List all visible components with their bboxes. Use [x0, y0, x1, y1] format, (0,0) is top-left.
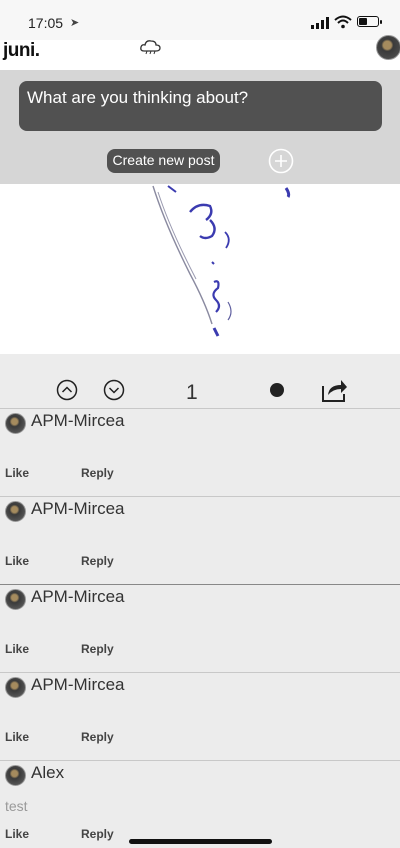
wifi-icon	[334, 15, 352, 29]
app-logo[interactable]: juni.	[3, 40, 40, 62]
chevron-up-circle-icon[interactable]	[56, 379, 78, 401]
create-post-button[interactable]: Create new post	[107, 149, 220, 173]
comment-item: APM-Mircea Like Reply	[0, 408, 400, 496]
post-actions: 1	[0, 354, 400, 408]
avatar[interactable]	[5, 413, 26, 434]
home-indicator[interactable]	[129, 839, 272, 844]
vote-count: 1	[186, 381, 198, 404]
avatar[interactable]	[5, 677, 26, 698]
comment-text: test	[5, 798, 28, 814]
like-button[interactable]: Like	[5, 642, 29, 656]
like-button[interactable]: Like	[5, 827, 29, 841]
dot-icon[interactable]	[270, 383, 284, 397]
avatar[interactable]	[5, 501, 26, 522]
like-button[interactable]: Like	[5, 730, 29, 744]
location-arrow-icon: ➤	[70, 17, 80, 29]
chevron-down-circle-icon[interactable]	[103, 379, 125, 401]
signal-icon	[311, 17, 329, 29]
comment-item: APM-Mircea Like Reply	[0, 672, 400, 760]
reply-button[interactable]: Reply	[81, 827, 114, 841]
comment-author[interactable]: APM-Mircea	[31, 411, 125, 431]
avatar[interactable]	[5, 765, 26, 786]
reply-button[interactable]: Reply	[81, 730, 114, 744]
reply-button[interactable]: Reply	[81, 642, 114, 656]
battery-icon	[357, 16, 382, 27]
like-button[interactable]: Like	[5, 466, 29, 480]
comment-author[interactable]: APM-Mircea	[31, 587, 125, 607]
sketch-drawing	[152, 185, 291, 337]
plus-circle-icon[interactable]	[268, 148, 294, 174]
comment-author[interactable]: APM-Mircea	[31, 499, 125, 519]
post-image[interactable]	[0, 184, 400, 354]
like-button[interactable]: Like	[5, 554, 29, 568]
profile-avatar[interactable]	[376, 35, 400, 60]
comment-item: APM-Mircea Like Reply	[0, 584, 400, 672]
app-header: juni.	[0, 35, 400, 70]
status-time: 17:05	[28, 15, 64, 31]
post-input[interactable]: What are you thinking about?	[19, 81, 382, 131]
post-composer: What are you thinking about? Create new …	[0, 70, 400, 184]
comment-item: APM-Mircea Like Reply	[0, 496, 400, 584]
reply-button[interactable]: Reply	[81, 554, 114, 568]
status-bar: 17:05 ➤	[0, 0, 400, 40]
reply-button[interactable]: Reply	[81, 466, 114, 480]
comment-item: Alex test Like Reply	[0, 760, 400, 848]
cloud-icon[interactable]	[138, 36, 164, 58]
share-icon[interactable]	[320, 377, 348, 403]
comment-author[interactable]: Alex	[31, 763, 64, 783]
comment-author[interactable]: APM-Mircea	[31, 675, 125, 695]
avatar[interactable]	[5, 589, 26, 610]
